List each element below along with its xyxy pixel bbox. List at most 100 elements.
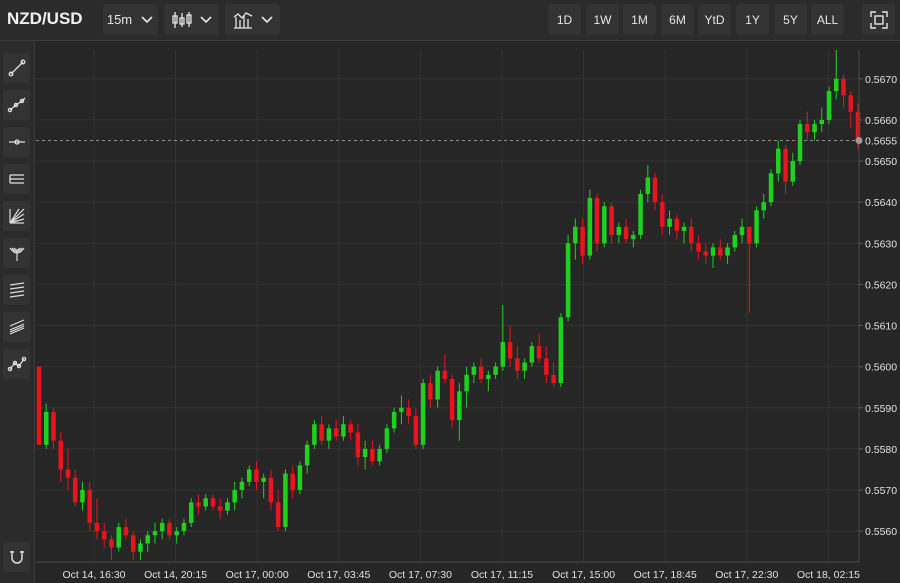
x-tick-label: Oct 17, 11:15	[471, 569, 533, 581]
candle	[725, 243, 730, 264]
candle-body	[573, 226, 578, 244]
candle	[152, 522, 158, 544]
candle-body	[254, 469, 259, 482]
candle-body	[58, 440, 63, 470]
candle	[138, 539, 143, 560]
candle-body	[87, 490, 92, 523]
candle-body	[268, 477, 274, 503]
candle	[529, 341, 535, 367]
candle-body	[507, 341, 513, 359]
candle	[290, 465, 295, 499]
candle	[674, 214, 680, 240]
candle-body	[406, 407, 411, 417]
candle	[319, 416, 324, 445]
candle	[130, 531, 136, 560]
x-tick-label: Oct 17, 00:00	[226, 569, 289, 581]
y-tick-label: 0.5610	[865, 321, 897, 333]
candle	[312, 420, 317, 449]
candle-body	[471, 366, 477, 375]
candle	[594, 193, 600, 252]
candle-body	[652, 177, 658, 203]
candle	[123, 518, 129, 540]
candle	[109, 535, 114, 560]
y-tick-label: 0.5590	[865, 403, 897, 415]
candle-body	[65, 469, 71, 478]
candle	[283, 469, 288, 532]
y-tick-label: 0.5600	[865, 362, 897, 374]
candle	[362, 440, 368, 470]
x-tick-label: Oct 14, 20:15	[144, 569, 207, 581]
candle-body	[819, 119, 825, 125]
candle-body	[196, 502, 201, 507]
candle	[768, 169, 774, 207]
candle-body	[768, 173, 774, 203]
candle-body	[855, 111, 861, 141]
candle-body	[370, 448, 375, 462]
candle-body	[631, 235, 636, 240]
candle-body	[797, 124, 803, 162]
candle	[58, 432, 63, 482]
candle	[761, 193, 767, 219]
candle-body	[152, 531, 158, 536]
candle-body	[739, 226, 745, 236]
candle-body	[101, 531, 107, 540]
candle-body	[783, 148, 788, 182]
candle	[326, 424, 332, 449]
candle-body	[558, 317, 564, 384]
candle-body	[826, 91, 832, 120]
candlestick-chart[interactable]: 0.5670 0.5660 0.5650 0.5640 0.5630 0.5620 0.56…	[0, 0, 900, 583]
candle	[391, 407, 397, 433]
candle	[515, 346, 520, 379]
candle-body	[718, 247, 723, 256]
candle-body	[326, 428, 332, 441]
candle	[696, 235, 701, 260]
candle-body	[478, 366, 484, 379]
candle	[689, 218, 694, 252]
candle	[225, 498, 230, 515]
candle-body	[602, 206, 607, 244]
candle	[87, 481, 92, 532]
candle-body	[616, 226, 622, 236]
candle-body	[848, 95, 853, 112]
candle	[819, 107, 825, 133]
x-tick-label: Oct 17, 15:00	[552, 569, 615, 581]
candle	[370, 440, 375, 466]
candle-body	[138, 543, 143, 552]
candle-body	[312, 424, 317, 445]
candle-body	[109, 539, 114, 548]
candle-body	[696, 243, 701, 252]
candle	[790, 152, 796, 186]
candle	[217, 498, 223, 519]
candle-body	[283, 473, 288, 528]
candle	[660, 193, 665, 236]
candle	[203, 494, 208, 511]
candle-body	[536, 346, 542, 359]
candle-body	[493, 366, 498, 375]
candle-body	[674, 218, 680, 231]
candle-body	[754, 210, 759, 244]
candle	[145, 531, 150, 552]
candle-body	[44, 411, 49, 445]
current-price-marker	[855, 136, 863, 144]
y-tick-label: 0.5660	[865, 115, 897, 127]
candle-body	[420, 383, 426, 445]
candle-body	[681, 226, 687, 231]
candle-body	[486, 374, 491, 379]
candle	[710, 243, 716, 268]
candle	[623, 218, 629, 244]
candle-body	[638, 193, 643, 236]
candle	[616, 222, 622, 244]
candle	[297, 461, 303, 495]
candle-body	[834, 78, 839, 92]
candle	[210, 494, 216, 511]
candle	[44, 403, 49, 449]
candle	[304, 440, 310, 474]
candle	[341, 416, 346, 441]
y-tick-label: 0.5630	[865, 238, 897, 250]
candle	[812, 119, 817, 141]
candle-body	[203, 498, 208, 507]
candle-body	[188, 502, 194, 523]
candle-body	[747, 226, 752, 244]
candle-body	[812, 124, 817, 133]
candle-body	[36, 366, 42, 445]
